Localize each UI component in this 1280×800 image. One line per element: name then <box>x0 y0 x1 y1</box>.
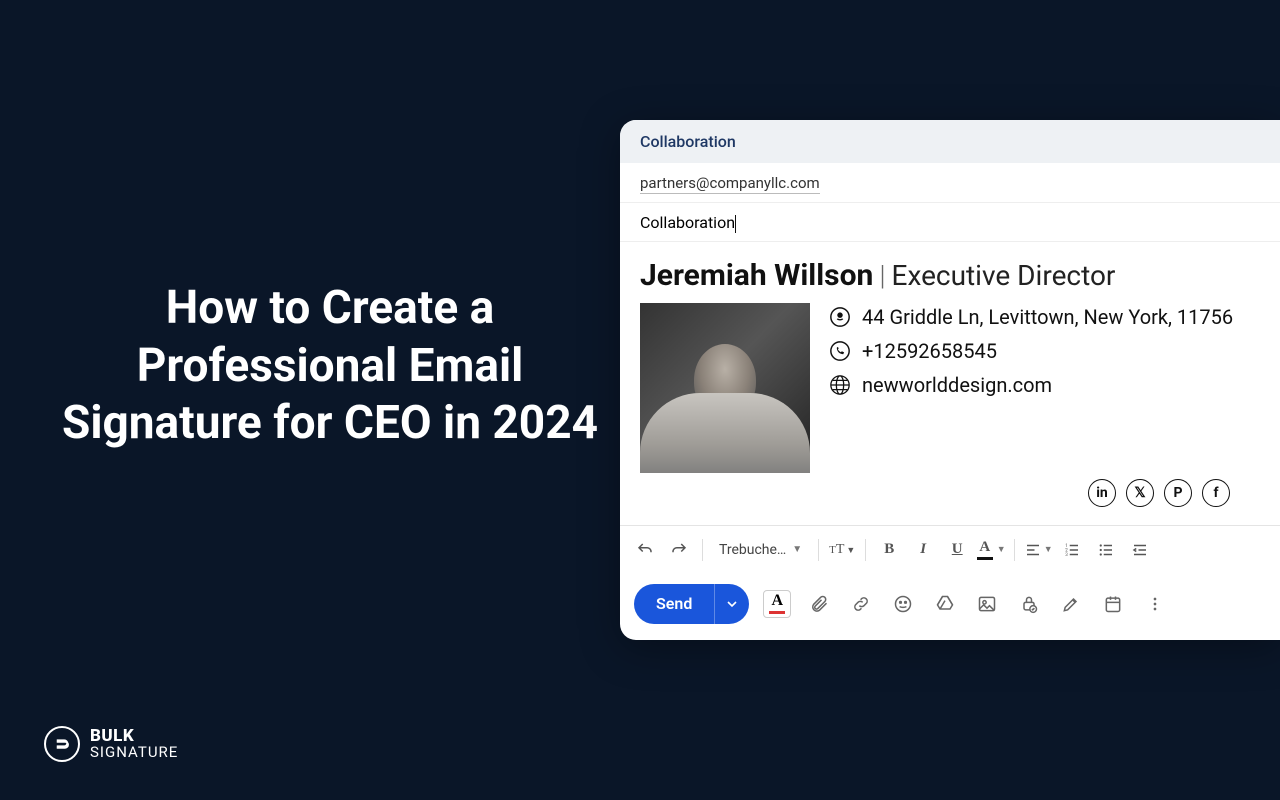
confidential-button[interactable] <box>1015 590 1043 618</box>
image-button[interactable] <box>973 590 1001 618</box>
text-color-button[interactable]: A ▼ <box>976 534 1006 566</box>
bullet-list-button[interactable] <box>1091 534 1121 566</box>
more-options-button[interactable] <box>1141 590 1169 618</box>
svg-text:3: 3 <box>1065 552 1068 558</box>
send-button[interactable]: Send <box>634 584 749 624</box>
signature-block: Jeremiah Willson|Executive Director 44 G… <box>620 242 1280 525</box>
globe-icon <box>828 373 852 397</box>
brand-logo-icon <box>44 726 80 762</box>
signature-title: Executive Director <box>892 259 1116 292</box>
underline-button[interactable]: U <box>942 534 972 566</box>
address-text: 44 Griddle Ln, Levittown, New York, 1175… <box>862 305 1233 329</box>
italic-button[interactable]: I <box>908 534 938 566</box>
font-select[interactable]: Trebuche… ▼ <box>711 534 810 566</box>
text-cursor <box>735 215 736 233</box>
website-text: newworlddesign.com <box>862 373 1052 397</box>
contact-list: 44 Griddle Ln, Levittown, New York, 1175… <box>828 303 1233 473</box>
compose-actions: Send A <box>620 574 1280 640</box>
bold-button[interactable]: B <box>874 534 904 566</box>
drive-button[interactable] <box>931 590 959 618</box>
social-icons: in 𝕏 P f <box>640 473 1260 507</box>
signature-heading: Jeremiah Willson|Executive Director <box>640 258 1260 293</box>
facebook-icon[interactable]: f <box>1202 479 1230 507</box>
toolbar-separator <box>702 539 703 561</box>
ordered-list-button[interactable]: 123 <box>1057 534 1087 566</box>
signature-button[interactable] <box>1057 590 1085 618</box>
map-pin-icon <box>828 305 852 329</box>
phone-icon <box>828 339 852 363</box>
x-icon[interactable]: 𝕏 <box>1126 479 1154 507</box>
signature-name: Jeremiah Willson <box>640 258 873 293</box>
contact-phone: +12592658545 <box>828 339 1233 363</box>
align-button[interactable]: ▼ <box>1023 534 1053 566</box>
to-field[interactable]: partners@companyllc.com <box>620 163 1280 203</box>
font-name: Trebuche… <box>719 542 786 558</box>
emoji-button[interactable] <box>889 590 917 618</box>
avatar <box>640 303 810 473</box>
brand-line2: SIGNATURE <box>90 745 178 760</box>
subject-field[interactable]: Collaboration <box>620 203 1280 242</box>
undo-button[interactable] <box>630 534 660 566</box>
attach-button[interactable] <box>805 590 833 618</box>
linkedin-icon[interactable]: in <box>1088 479 1116 507</box>
toolbar-separator <box>818 539 819 561</box>
format-toolbar: Trebuche… ▼ TT ▼ B I U A ▼ ▼ 123 <box>620 525 1280 574</box>
redo-button[interactable] <box>664 534 694 566</box>
link-button[interactable] <box>847 590 875 618</box>
outdent-button[interactable] <box>1125 534 1155 566</box>
hero-title: How to Create a Professional Email Signa… <box>60 280 600 453</box>
phone-text: +12592658545 <box>862 339 997 363</box>
recipient-chip[interactable]: partners@companyllc.com <box>640 174 820 194</box>
font-size-button[interactable]: TT ▼ <box>827 534 857 566</box>
compose-header: Collaboration <box>620 120 1280 163</box>
subject-text: Collaboration <box>640 213 735 232</box>
contact-address: 44 Griddle Ln, Levittown, New York, 1175… <box>828 305 1233 329</box>
brand-logo: BULK SIGNATURE <box>44 726 178 762</box>
chevron-down-icon: ▼ <box>792 544 802 555</box>
toolbar-separator <box>865 539 866 561</box>
contact-website: newworlddesign.com <box>828 373 1233 397</box>
compose-window: Collaboration partners@companyllc.com Co… <box>620 120 1280 640</box>
formatting-button[interactable]: A <box>763 590 791 618</box>
send-more-button[interactable] <box>714 584 749 624</box>
toolbar-separator <box>1014 539 1015 561</box>
pinterest-icon[interactable]: P <box>1164 479 1192 507</box>
schedule-button[interactable] <box>1099 590 1127 618</box>
send-label: Send <box>634 584 714 624</box>
